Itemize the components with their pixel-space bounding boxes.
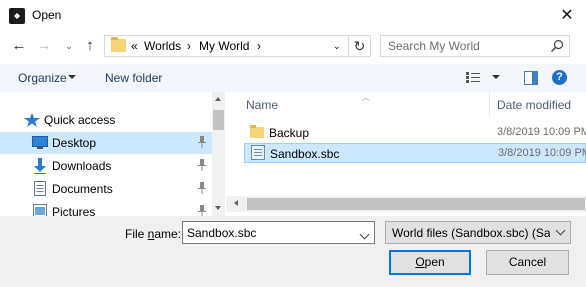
navigation-pane: Quick access Desktop Downloads Documents… — [0, 92, 225, 216]
view-options-icon[interactable] — [466, 72, 480, 83]
caret-down-icon — [68, 75, 76, 79]
recent-locations-button[interactable]: ⌄ — [59, 36, 79, 56]
file-row-selected[interactable]: Sandbox.sbc 3/8/2019 10:09 PM — [244, 143, 586, 163]
horizontal-scroll-thumb[interactable] — [247, 198, 585, 210]
search-icon — [551, 39, 564, 52]
up-button[interactable]: ↑ — [80, 36, 100, 56]
help-icon[interactable]: ? — [552, 70, 567, 85]
file-name: Sandbox.sbc — [270, 147, 340, 161]
scroll-up-arrow-icon[interactable] — [215, 97, 221, 101]
search-box[interactable]: Search My World — [380, 35, 570, 57]
nav-item-label: Quick access — [44, 113, 116, 127]
nav-item-label: Pictures — [52, 205, 96, 216]
search-input[interactable]: Search My World — [388, 39, 480, 53]
file-date: 3/8/2019 10:09 PM — [498, 147, 586, 159]
breadcrumb-item[interactable]: My World — [199, 39, 249, 53]
new-folder-button[interactable]: New folder — [105, 71, 162, 85]
column-header-name[interactable]: Name — [246, 98, 278, 112]
download-arrow-icon — [34, 158, 46, 174]
window-title: Open — [32, 8, 62, 22]
arrow-right-icon: → — [36, 37, 52, 54]
nav-item-desktop[interactable]: Desktop — [0, 132, 212, 154]
breadcrumb-separator[interactable]: › — [257, 39, 261, 53]
address-dropdown[interactable]: ⌄ — [333, 41, 341, 52]
nav-item-pictures[interactable]: Pictures — [0, 201, 212, 216]
desktop-icon — [32, 136, 48, 149]
scroll-left-arrow-icon[interactable] — [234, 200, 238, 206]
column-divider[interactable] — [489, 92, 490, 116]
scroll-down-arrow-icon[interactable] — [215, 206, 221, 210]
breadcrumb-separator[interactable]: › — [187, 39, 191, 53]
arrow-left-icon: ← — [11, 37, 27, 54]
folder-icon — [111, 37, 126, 52]
address-bar[interactable]: « Worlds › My World › ⌄ — [104, 35, 349, 57]
breadcrumb-item[interactable]: Worlds — [144, 39, 181, 53]
open-button[interactable]: Open — [389, 250, 471, 275]
nav-item-documents[interactable]: Documents — [0, 178, 212, 200]
chevron-down-icon: ⌄ — [65, 41, 73, 51]
nav-item-label: Desktop — [52, 136, 97, 150]
organize-button[interactable]: Organize — [18, 71, 67, 85]
chevron-down-icon[interactable] — [359, 229, 370, 240]
preview-pane-icon[interactable] — [524, 71, 538, 85]
nav-item-label: Documents — [52, 182, 113, 196]
refresh-button[interactable]: ↻ — [349, 35, 371, 57]
nav-item-label: Downloads — [52, 159, 112, 173]
file-icon — [251, 145, 265, 160]
back-button[interactable]: ← — [9, 36, 29, 56]
file-name-label: File name: — [125, 227, 182, 241]
arrow-up-icon: ↑ — [86, 37, 94, 54]
file-name-input[interactable]: Sandbox.sbc — [182, 221, 375, 244]
pin-icon — [198, 182, 206, 194]
forward-button[interactable]: → — [34, 36, 54, 56]
close-button[interactable]: ✕ — [548, 0, 586, 31]
file-type-select[interactable]: World files (Sandbox.sbc) (Sandbox.sbc) — [385, 221, 571, 244]
cancel-button[interactable]: Cancel — [486, 250, 569, 275]
breadcrumb-overflow[interactable]: « — [131, 39, 138, 53]
nav-item-quick-access[interactable]: Quick access — [0, 109, 212, 131]
command-bar: Organize New folder ? — [0, 64, 586, 92]
close-icon: ✕ — [560, 7, 574, 24]
pictures-icon — [33, 204, 47, 216]
nav-item-downloads[interactable]: Downloads — [0, 155, 212, 177]
pin-icon — [198, 136, 206, 148]
view-caret-icon[interactable] — [492, 75, 500, 79]
star-icon — [24, 113, 40, 127]
file-type-value[interactable]: World files (Sandbox.sbc) (Sandbox.sbc) — [392, 226, 570, 240]
title-bar: Open ✕ — [0, 0, 586, 31]
pin-icon — [198, 159, 206, 171]
refresh-icon: ↻ — [353, 38, 366, 54]
file-date: 3/8/2019 10:09 PM — [497, 126, 586, 138]
app-icon — [9, 8, 25, 24]
file-row[interactable]: Backup 3/8/2019 10:09 PM — [244, 123, 586, 143]
nav-scroll-thumb[interactable] — [213, 110, 224, 130]
sort-caret-icon: ︿ — [362, 93, 370, 102]
document-icon — [34, 181, 46, 196]
file-name: Backup — [269, 126, 310, 140]
pin-icon — [198, 205, 206, 216]
column-header-date[interactable]: Date modified — [497, 98, 571, 112]
folder-icon — [250, 125, 264, 138]
file-name-value[interactable]: Sandbox.sbc — [187, 226, 256, 240]
